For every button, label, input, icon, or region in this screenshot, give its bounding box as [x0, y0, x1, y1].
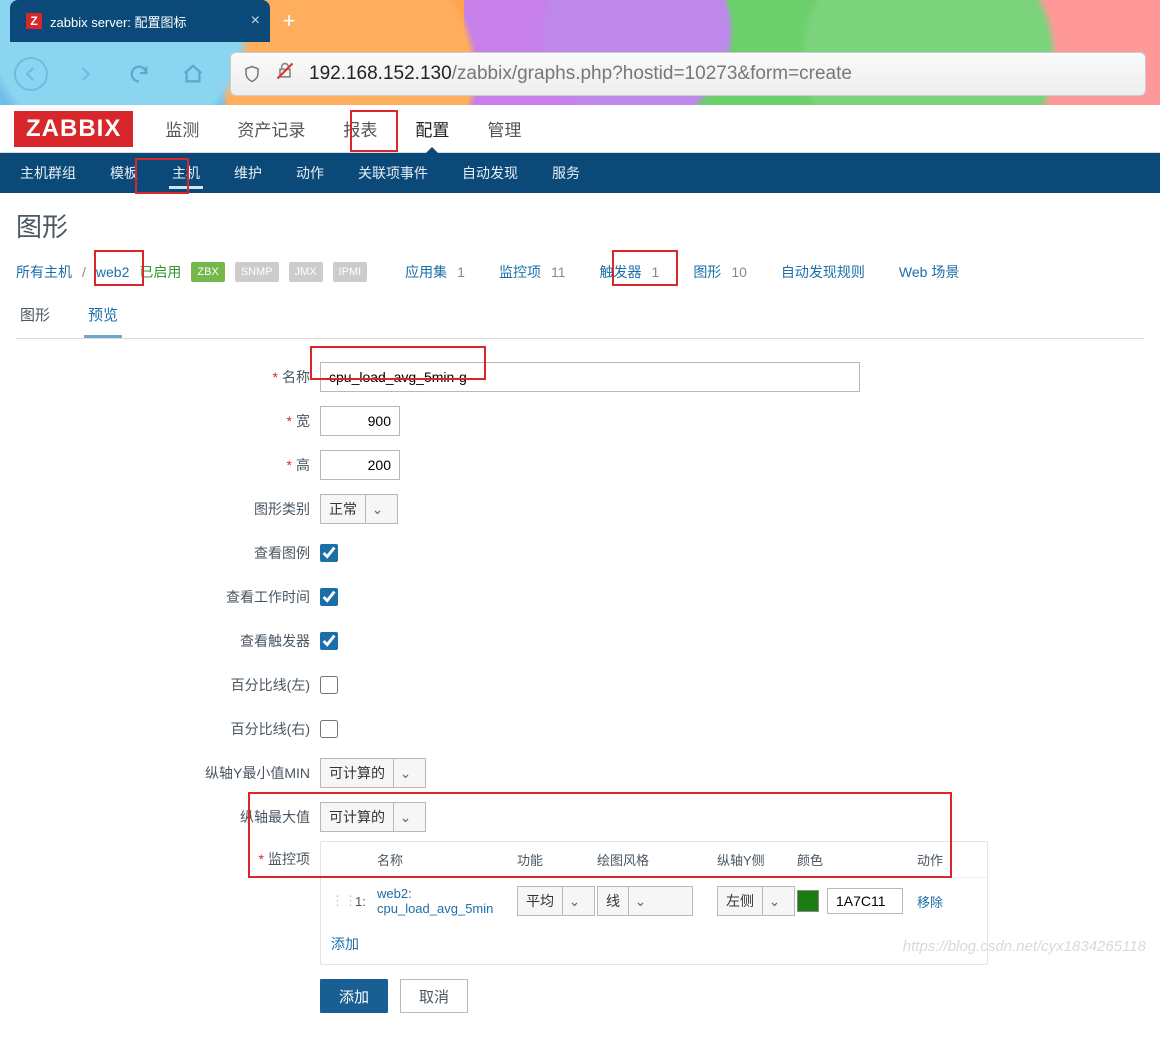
th-side: 纵轴Y侧 [717, 850, 797, 869]
lbl-items: 监控项 [268, 851, 310, 867]
input-color[interactable] [827, 888, 903, 914]
watermark: https://blog.csdn.net/cyx1834265118 [903, 938, 1146, 955]
new-tab-button[interactable]: + [270, 0, 308, 42]
lbl-ymax: 纵轴最大值 [16, 807, 320, 827]
lbl-name: 名称 [282, 369, 310, 385]
select-style[interactable]: 线⌄ [597, 886, 693, 916]
input-height[interactable] [320, 450, 400, 480]
nav-inventory[interactable]: 资产记录 [231, 104, 311, 153]
lbl-pct-left: 百分比线(左) [16, 675, 320, 695]
status-enabled: 已启用 [139, 262, 181, 282]
sub-correlation[interactable]: 关联项事件 [352, 153, 434, 193]
url-bar[interactable]: 192.168.152.130/zabbix/graphs.php?hostid… [230, 52, 1146, 96]
sub-maintenance[interactable]: 维护 [228, 153, 268, 193]
select-ymax[interactable]: 可计算的⌄ [320, 802, 426, 832]
input-name[interactable] [320, 362, 860, 392]
home-button[interactable] [176, 57, 210, 91]
chk-trigger[interactable] [320, 632, 338, 650]
badge-zbx: ZBX [191, 262, 224, 282]
chevron-down-icon: ⌄ [365, 495, 389, 523]
badge-snmp: SNMP [235, 262, 279, 282]
crumb-host[interactable]: web2 [96, 264, 129, 280]
crumb-sep: / [82, 264, 86, 280]
close-tab-icon[interactable]: × [251, 12, 260, 30]
link-graphs[interactable]: 图形 [693, 262, 721, 282]
badge-ipmi: IPMI [333, 262, 368, 282]
th-style: 绘图风格 [597, 850, 717, 869]
sub-services[interactable]: 服务 [546, 153, 586, 193]
badge-jmx: JMX [289, 262, 323, 282]
lbl-ymin: 纵轴Y最小值MIN [16, 763, 320, 783]
nav-reports[interactable]: 报表 [337, 104, 383, 153]
link-web[interactable]: Web 场景 [899, 262, 959, 282]
th-act: 动作 [917, 850, 977, 869]
chk-pct-right[interactable] [320, 720, 338, 738]
nav-monitor[interactable]: 监测 [159, 104, 205, 153]
forward-button[interactable] [68, 57, 102, 91]
lbl-height: 高 [296, 457, 310, 473]
link-items[interactable]: 监控项 [499, 262, 541, 282]
items-table: 名称 功能 绘图风格 纵轴Y侧 颜色 动作 ⋮⋮ 1: web2:cpu_loa… [320, 841, 988, 965]
chevron-down-icon: ⌄ [628, 887, 652, 915]
crumb-all-hosts[interactable]: 所有主机 [16, 262, 72, 282]
link-triggers[interactable]: 触发器 [600, 262, 642, 282]
lbl-type: 图形类别 [16, 499, 320, 519]
select-type[interactable]: 正常⌄ [320, 494, 398, 524]
drag-handle-icon[interactable]: ⋮⋮ [331, 893, 355, 909]
lbl-legend: 查看图例 [16, 543, 320, 563]
cancel-button[interactable]: 取消 [400, 979, 468, 1013]
tab-title: zabbix server: 配置图标 [50, 12, 187, 31]
select-fn[interactable]: 平均⌄ [517, 886, 595, 916]
link-discovery[interactable]: 自动发现规则 [781, 262, 865, 282]
sub-discovery[interactable]: 自动发现 [456, 153, 524, 193]
chk-worktime[interactable] [320, 588, 338, 606]
favicon: Z [26, 13, 42, 29]
color-swatch[interactable] [797, 890, 819, 912]
lbl-width: 宽 [296, 413, 310, 429]
chk-pct-left[interactable] [320, 676, 338, 694]
tab-preview[interactable]: 预览 [84, 294, 122, 338]
lbl-trigger: 查看触发器 [16, 631, 320, 651]
tab-graph[interactable]: 图形 [16, 294, 54, 338]
sub-hostgroups[interactable]: 主机群组 [14, 153, 82, 193]
chevron-down-icon: ⌄ [393, 803, 417, 831]
url-text: 192.168.152.130/zabbix/graphs.php?hostid… [309, 63, 852, 85]
add-item-link[interactable]: 添加 [331, 936, 359, 952]
row-num: 1: [355, 894, 377, 909]
chevron-down-icon: ⌄ [393, 759, 417, 787]
lbl-worktime: 查看工作时间 [16, 587, 320, 607]
th-name: 名称 [377, 850, 517, 869]
item-link[interactable]: web2:cpu_load_avg_5min [377, 886, 493, 916]
th-fn: 功能 [517, 850, 597, 869]
submit-button[interactable]: 添加 [320, 979, 388, 1013]
browser-tab[interactable]: Z zabbix server: 配置图标 × [10, 0, 270, 42]
lbl-pct-right: 百分比线(右) [16, 719, 320, 739]
sub-templates[interactable]: 模板 [104, 153, 144, 193]
shield-icon [243, 64, 261, 84]
sub-hosts[interactable]: 主机 [166, 153, 206, 193]
th-color: 颜色 [797, 850, 917, 869]
nav-config[interactable]: 配置 [409, 104, 455, 153]
chevron-down-icon: ⌄ [562, 887, 586, 915]
nav-admin[interactable]: 管理 [481, 104, 527, 153]
chk-legend[interactable] [320, 544, 338, 562]
page-title: 图形 [16, 207, 1144, 244]
select-side[interactable]: 左侧⌄ [717, 886, 795, 916]
remove-link[interactable]: 移除 [917, 895, 943, 910]
chevron-down-icon: ⌄ [762, 887, 786, 915]
back-button[interactable] [14, 57, 48, 91]
zabbix-logo: ZABBIX [14, 111, 133, 147]
insecure-icon [275, 61, 295, 87]
select-ymin[interactable]: 可计算的⌄ [320, 758, 426, 788]
link-apps[interactable]: 应用集 [405, 262, 447, 282]
table-row: ⋮⋮ 1: web2:cpu_load_avg_5min 平均⌄ 线⌄ 左侧⌄ … [321, 877, 987, 924]
sub-actions[interactable]: 动作 [290, 153, 330, 193]
reload-button[interactable] [122, 57, 156, 91]
input-width[interactable] [320, 406, 400, 436]
